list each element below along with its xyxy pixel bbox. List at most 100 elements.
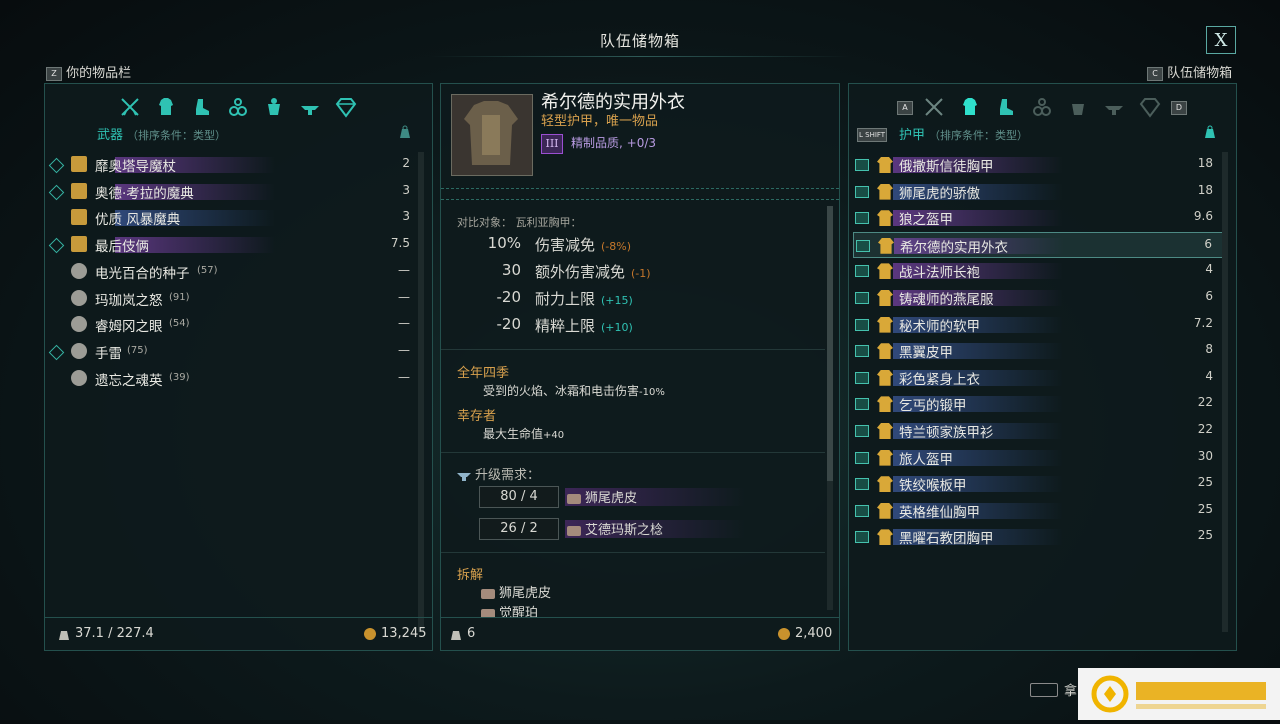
item-detail-panel: 希尔德的实用外衣 轻型护甲，唯一物品 III 精制品质, +0/3 对比对象： … xyxy=(440,83,840,651)
item-weight: 18 xyxy=(1197,182,1213,197)
compare-checkbox[interactable] xyxy=(855,451,869,464)
inventory-item[interactable]: 遗忘之魂英 (39) — xyxy=(45,366,432,392)
stash-item[interactable]: 狼之盔甲 9.6 xyxy=(853,205,1223,231)
compare-checkbox[interactable] xyxy=(855,371,869,384)
quality-name: 精制品质 xyxy=(571,136,620,150)
item-weight: 3 xyxy=(402,209,410,224)
stash-scrollbar[interactable] xyxy=(1222,152,1228,632)
stash-item[interactable]: 乞丐的锻甲 22 xyxy=(853,391,1223,417)
stash-item[interactable]: 黑曜石教团胸甲 25 xyxy=(853,524,1223,550)
armor-icon xyxy=(877,449,893,466)
compare-checkbox[interactable] xyxy=(855,159,869,171)
inventory-item[interactable]: 电光百合的种子 (57) — xyxy=(45,259,432,285)
compare-checkbox[interactable] xyxy=(855,212,869,225)
boots-category-icon[interactable] xyxy=(191,96,213,118)
item-count: (57) xyxy=(197,264,218,276)
compare-checkbox[interactable] xyxy=(855,504,869,517)
stat-row: 10% 伤害减免 (-8%) xyxy=(441,232,821,258)
item-quality: 精制品质, +0/3 xyxy=(571,136,657,150)
inventory-item[interactable]: 玛珈岚之怒 (91) — xyxy=(45,286,432,312)
weapons-category-icon[interactable] xyxy=(119,96,141,118)
stash-item[interactable]: 俄撒斯信徒胸甲 18 xyxy=(853,152,1223,178)
inventory-item[interactable]: 最后伎俩 7.5 xyxy=(45,232,432,258)
stash-item[interactable]: 彩色紧身上衣 4 xyxy=(853,365,1223,391)
inventory-item[interactable]: 优质 风暴魔典 3 xyxy=(45,205,432,231)
armor-icon xyxy=(878,237,894,254)
armor-category-icon[interactable] xyxy=(959,96,981,118)
inventory-panel: 武器 （排序条件：类型） 靡奥塔导魔杖 2 奥德·考拉的魔典 3 优质 风暴魔典 3 最后伎俩… xyxy=(44,83,433,651)
dismantle-list: 狮尾虎皮 觉醒珀 xyxy=(441,582,839,618)
accessory-category-icon[interactable] xyxy=(1031,96,1053,118)
stat-diff: (-8%) xyxy=(601,240,632,253)
compare-checkbox[interactable] xyxy=(855,185,869,198)
stash-item[interactable]: 特兰顿家族甲衫 22 xyxy=(853,418,1223,444)
boots-category-icon[interactable] xyxy=(995,96,1017,118)
inventory-tab-header[interactable]: Z 你的物品栏 xyxy=(46,62,131,81)
item-weight: 7.2 xyxy=(1193,315,1213,330)
category-icons xyxy=(119,96,357,118)
compare-checkbox[interactable] xyxy=(855,345,869,358)
dismantle-item: 狮尾虎皮 xyxy=(481,582,551,601)
accessory-category-icon[interactable] xyxy=(227,96,249,118)
compare-checkbox[interactable] xyxy=(855,398,869,411)
stash-category-icons xyxy=(923,96,1161,118)
inventory-scrollbar[interactable] xyxy=(418,152,424,632)
stash-item[interactable]: 铁绞喉板甲 25 xyxy=(853,471,1223,497)
item-name: 黑翼皮甲 xyxy=(899,345,953,362)
take-action-label[interactable]: 拿 xyxy=(1064,680,1077,699)
consumables-category-icon[interactable] xyxy=(1067,96,1089,118)
stash-item[interactable]: 秘术师的软甲 7.2 xyxy=(853,312,1223,338)
crafting-category-icon[interactable] xyxy=(299,96,321,118)
detail-scroll-thumb[interactable] xyxy=(827,206,833,481)
compare-checkbox[interactable] xyxy=(855,478,869,491)
stash-item[interactable]: 铸魂师的燕尾服 6 xyxy=(853,285,1223,311)
compare-checkbox[interactable] xyxy=(855,265,869,278)
inventory-item[interactable]: 手雷 (75) — xyxy=(45,339,432,365)
stash-item[interactable]: 黑翼皮甲 8 xyxy=(853,338,1223,364)
armor-category-icon[interactable] xyxy=(155,96,177,118)
item-weight: 22 xyxy=(1197,422,1213,436)
stat-value: -20 xyxy=(496,288,522,306)
stash-item[interactable]: 战斗法师长袍 4 xyxy=(853,258,1223,284)
inventory-item[interactable]: 奥德·考拉的魔典 3 xyxy=(45,179,432,205)
compare-checkbox[interactable] xyxy=(855,425,869,437)
weapons-category-icon[interactable] xyxy=(923,96,945,118)
perk-text: 受到的火焰、冰霜和电击伤害 xyxy=(483,384,640,398)
item-value: 2,400 xyxy=(795,626,833,641)
stat-diff: (-1) xyxy=(631,267,651,280)
stash-tab-header[interactable]: C 队伍储物箱 xyxy=(1147,62,1232,81)
favorite-icon xyxy=(48,184,65,200)
item-name: 战斗法师长袍 xyxy=(899,265,980,282)
consumables-category-icon[interactable] xyxy=(263,96,285,118)
sort-label[interactable]: （排序条件：类型） xyxy=(127,129,226,142)
inventory-item[interactable]: 睿姆冈之眼 (54) — xyxy=(45,312,432,338)
compare-checkbox[interactable] xyxy=(856,239,870,252)
stat-name: 精粹上限 (+10) xyxy=(535,315,633,336)
material-icon xyxy=(567,493,581,504)
key-hint-shift: L SHIFT xyxy=(857,128,888,142)
crafting-category-icon[interactable] xyxy=(1103,96,1125,118)
stash-item[interactable]: 旅人盔甲 30 xyxy=(853,445,1223,471)
compare-checkbox[interactable] xyxy=(855,531,869,544)
stash-item[interactable]: 希尔德的实用外衣 6 xyxy=(853,231,1223,258)
close-button[interactable]: X xyxy=(1206,26,1236,54)
divider xyxy=(441,552,825,553)
item-name: 铸魂师的燕尾服 xyxy=(899,292,994,308)
stat-diff: (+15) xyxy=(601,294,633,307)
detail-scrollbar[interactable] xyxy=(827,206,833,610)
gems-category-icon[interactable] xyxy=(335,96,357,118)
stash-item[interactable]: 狮尾虎的骄傲 18 xyxy=(853,179,1223,205)
compare-checkbox[interactable] xyxy=(855,292,869,304)
stat-value: 10% xyxy=(487,234,521,252)
stash-item[interactable]: 英格维仙胸甲 25 xyxy=(853,498,1223,524)
stat-label: 精粹上限 xyxy=(535,317,596,335)
item-weight: — xyxy=(398,316,410,331)
perk-value: -10% xyxy=(639,387,665,398)
armor-icon xyxy=(877,290,893,306)
perk-text: 最大生命值 xyxy=(483,427,544,441)
armor-icon xyxy=(877,369,893,386)
sort-label[interactable]: （排序条件：类型） xyxy=(929,129,1028,142)
inventory-item[interactable]: 靡奥塔导魔杖 2 xyxy=(45,152,432,178)
gems-category-icon[interactable] xyxy=(1139,96,1161,118)
compare-checkbox[interactable] xyxy=(855,318,869,331)
